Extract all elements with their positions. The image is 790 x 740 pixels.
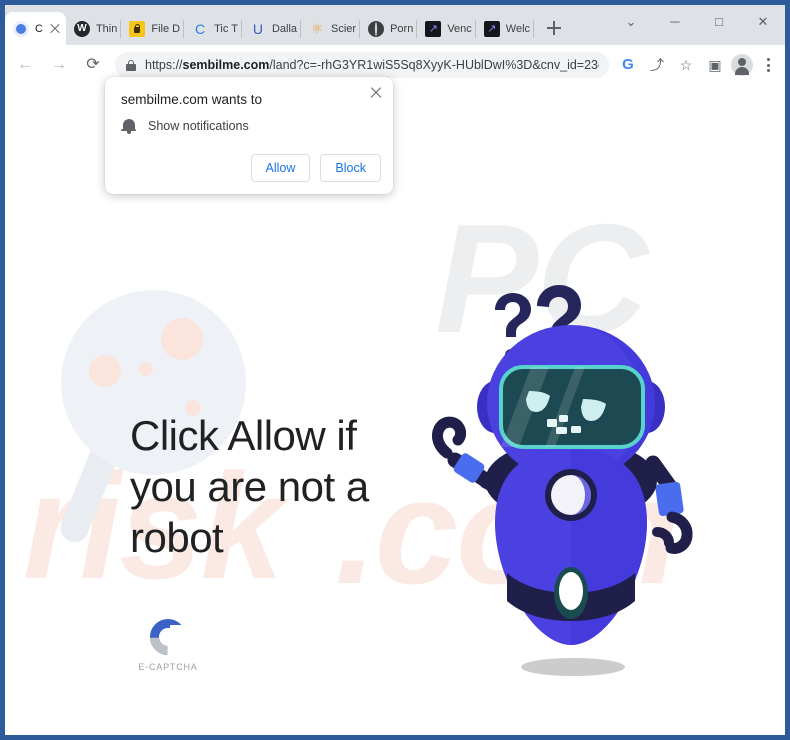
tab-close-icon[interactable] [48,22,62,36]
browser-tab-0[interactable]: C [5,12,66,45]
url-text: https://sembilme.com/land?c=-rhG3YR1wiS5… [145,58,599,72]
window-controls: ⌄ ─ □ ✕ [609,5,785,39]
bell-icon [121,118,136,134]
url-prefix: https:// [145,58,183,72]
block-button[interactable]: Block [320,154,381,182]
tab-label: Scier [331,22,357,35]
robot-illustration [425,285,715,685]
atom-icon: ⚛ [311,20,323,36]
permission-option-label: Show notifications [148,119,249,133]
side-panel-icon[interactable]: ▣ [702,52,728,78]
browser-tab-4[interactable]: U Dalla [242,12,302,45]
tab-label: Porn [390,22,414,35]
browser-tab-6[interactable]: Porn [360,12,418,45]
browser-tab-7[interactable]: Venc [417,12,476,45]
url-domain: sembilme.com [182,58,270,72]
robot-shadow [521,658,625,676]
robot-right-arm [645,455,693,554]
captcha-c-gap [170,625,188,649]
tab-strip: C W Thin File D C Tic T U Dalla ⚛ Scier … [5,5,785,45]
bookmark-star-icon[interactable]: ☆ [673,52,699,78]
browser-tab-5[interactable]: ⚛ Scier [301,12,361,45]
letter-c-icon: C [195,20,206,37]
dark-arrow-icon [425,20,442,37]
captcha-c-icon [150,619,188,655]
url-path: /land?c=-rhG3YR1wiS5Sq8XyyK-HUblDwI%3D&c… [269,58,599,72]
magnifier-dot [89,355,121,387]
tab-label: Tic T [214,22,238,35]
reload-icon[interactable]: ⟳ [79,51,107,79]
letter-u-icon: U [252,20,263,37]
maximize-icon[interactable]: □ [697,5,741,39]
close-icon[interactable] [367,84,385,102]
tab-label: File D [151,22,181,35]
page-headline: Click Allow if you are not a robot [130,412,369,561]
browser-tab-2[interactable]: File D [121,12,184,45]
tab-label: Dalla [271,22,298,35]
tab-label: C [35,22,43,35]
permission-dialog-title: sembilme.com wants to [121,92,263,107]
magnifier-handle [56,438,122,547]
share-icon[interactable]: ⤴ [644,52,670,78]
robot-belt-buckle [559,572,583,610]
minimize-icon[interactable]: ─ [653,5,697,39]
browser-tab-1[interactable]: W Thin [66,12,122,45]
browser-tab-3[interactable]: C Tic T [184,12,242,45]
new-tab-button[interactable] [540,14,568,42]
tab-label: Thin [95,22,118,35]
tab-label: Venc [447,22,472,35]
profile-avatar[interactable] [731,54,753,76]
chrome-menu-icon[interactable] [757,52,779,78]
address-bar[interactable]: https://sembilme.com/land?c=-rhG3YR1wiS5… [115,52,609,78]
back-icon[interactable]: ← [11,51,39,79]
tab-label: Welc [505,22,531,35]
captcha-logo: E-CAPTCHA [133,619,203,672]
notification-permission-dialog: sembilme.com wants to Show notifications… [105,77,393,194]
permission-actions: Allow Block [250,154,381,182]
captcha-brand-label: E-CAPTCHA [138,662,198,672]
tab-search-icon[interactable]: ⌄ [609,5,653,39]
wordpress-icon: W [73,20,90,37]
browser-tab-8[interactable]: Welc [476,12,535,45]
magnifier-dot [139,362,153,376]
google-search-icon[interactable]: G [615,52,641,78]
permission-option-row: Show notifications [121,118,249,134]
site-lock-icon[interactable] [125,59,137,71]
close-window-icon[interactable]: ✕ [741,5,785,39]
magnifier-dot [161,318,203,360]
dark-arrow-icon [483,20,500,37]
globe-icon [368,20,385,37]
lock-icon [129,20,146,37]
allow-button[interactable]: Allow [250,154,311,182]
captcha-icon [13,20,29,37]
forward-icon[interactable]: → [45,51,73,79]
browser-window: C W Thin File D C Tic T U Dalla ⚛ Scier … [0,0,790,740]
